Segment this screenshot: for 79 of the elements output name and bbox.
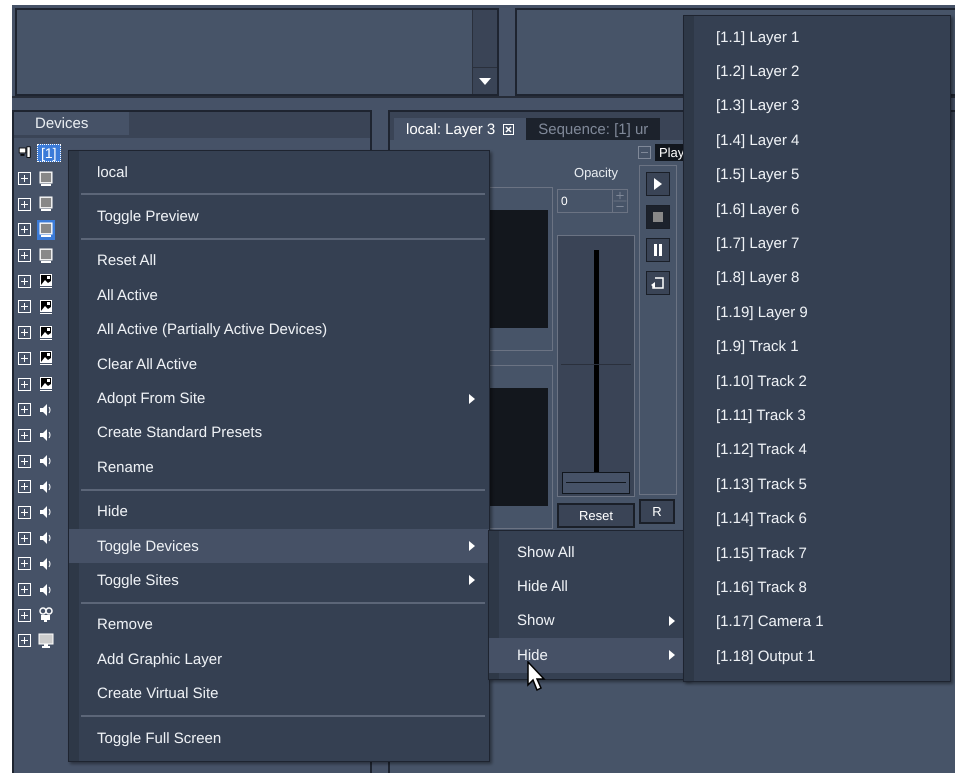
menu-item[interactable]: [1.17] Camera 1 <box>684 604 950 640</box>
menu-item[interactable]: [1.8] Layer 8 <box>684 260 950 296</box>
menu-item[interactable]: [1.13] Track 5 <box>684 467 950 502</box>
menu-item[interactable]: [1.7] Layer 7 <box>684 226 950 261</box>
expand-icon[interactable] <box>18 378 31 391</box>
expand-icon[interactable] <box>18 300 31 314</box>
expand-icon[interactable] <box>18 198 31 211</box>
menu-item[interactable]: [1.6] Layer 6 <box>684 192 950 226</box>
menu-item[interactable]: Hide <box>69 494 489 529</box>
menu-item[interactable]: [1.19] Layer 9 <box>684 295 950 330</box>
reset-button[interactable]: Reset <box>557 503 635 528</box>
output-icon[interactable] <box>37 630 55 651</box>
menu-item[interactable]: Remove <box>69 608 489 642</box>
menu-item[interactable]: [1.2] Layer 2 <box>684 54 950 89</box>
menu-item[interactable]: [1.10] Track 2 <box>684 364 950 398</box>
opacity-label: Opacity <box>572 165 620 182</box>
layer-icon[interactable] <box>37 168 55 189</box>
expand-icon[interactable] <box>18 428 31 442</box>
menu-item[interactable]: Toggle Preview <box>69 199 489 234</box>
opacity-slider[interactable] <box>557 235 635 497</box>
submenu-arrow-icon <box>469 575 475 586</box>
layer-icon[interactable] <box>37 220 55 240</box>
expand-icon[interactable] <box>18 326 31 340</box>
menu-item[interactable]: local <box>69 155 489 190</box>
expand-icon[interactable] <box>18 634 31 648</box>
expand-icon[interactable] <box>18 223 31 236</box>
r-button[interactable]: R <box>639 499 675 524</box>
close-icon[interactable] <box>503 124 514 134</box>
expand-icon[interactable] <box>18 454 31 468</box>
tab[interactable]: Sequence: [1] ur <box>526 118 660 140</box>
menu-item[interactable]: [1.11] Track 3 <box>684 398 950 433</box>
play-icon[interactable] <box>646 172 670 196</box>
menu-item[interactable]: Reset All <box>69 244 489 278</box>
menu-item[interactable]: [1.14] Track 6 <box>684 501 950 536</box>
tree-item[interactable]: [1] <box>37 144 61 162</box>
menu-item[interactable]: All Active <box>69 278 489 313</box>
expand-icon[interactable] <box>18 172 31 186</box>
menu-item[interactable]: All Active (Partially Active Devices) <box>69 312 489 347</box>
menu-item[interactable]: [1.5] Layer 5 <box>684 158 950 192</box>
menu-item[interactable]: [1.15] Track 7 <box>684 536 950 570</box>
menu-item[interactable]: [1.1] Layer 1 <box>684 20 950 54</box>
scroll-down-icon[interactable] <box>479 78 491 84</box>
menu-item[interactable]: [1.3] Layer 3 <box>684 88 950 124</box>
menu-item[interactable]: [1.9] Track 1 <box>684 330 950 364</box>
expand-icon[interactable] <box>18 557 31 570</box>
tab[interactable]: local: Layer 3 <box>394 118 526 140</box>
menu-item[interactable]: Add Graphic Layer <box>69 642 489 676</box>
menu-item[interactable]: Toggle Sites <box>69 563 489 598</box>
menu-item[interactable]: Clear All Active <box>69 346 489 382</box>
expand-icon[interactable] <box>18 352 31 365</box>
submenu-arrow-icon <box>469 541 475 552</box>
expand-icon[interactable] <box>18 480 31 494</box>
expand-icon[interactable] <box>18 403 31 416</box>
menu-item[interactable]: Create Standard Presets <box>69 416 489 450</box>
menu-item[interactable]: [1.16] Track 8 <box>684 570 950 605</box>
expand-icon[interactable] <box>18 532 31 545</box>
pause-icon[interactable] <box>646 238 670 262</box>
panel-title: Devices <box>14 112 129 138</box>
expand-icon[interactable] <box>18 249 31 262</box>
stop-icon[interactable] <box>646 205 670 229</box>
submenu-arrow-icon <box>469 394 475 404</box>
menu-item[interactable]: Rename <box>69 450 489 485</box>
menu-item[interactable]: Toggle Full Screen <box>69 720 489 756</box>
menu-item[interactable]: [1.12] Track 4 <box>684 432 950 468</box>
scrollbar[interactable] <box>472 10 497 94</box>
slider-thumb[interactable] <box>562 472 630 494</box>
menu-item[interactable]: Create Virtual Site <box>69 676 489 711</box>
menu-item[interactable]: Adopt From Site <box>69 381 489 416</box>
submenu-arrow-icon <box>669 650 675 660</box>
expand-icon[interactable] <box>18 274 31 288</box>
expand-icon[interactable] <box>18 608 31 622</box>
computer-icon[interactable] <box>18 146 31 160</box>
menu-item[interactable]: Toggle Devices <box>69 528 489 564</box>
expand-icon[interactable] <box>18 583 31 596</box>
submenu-arrow-icon <box>669 616 675 626</box>
layer-icon[interactable] <box>37 246 55 266</box>
loop-icon[interactable] <box>646 271 670 295</box>
opacity-field[interactable]: 0 <box>557 189 613 213</box>
expand-icon[interactable] <box>18 506 31 519</box>
